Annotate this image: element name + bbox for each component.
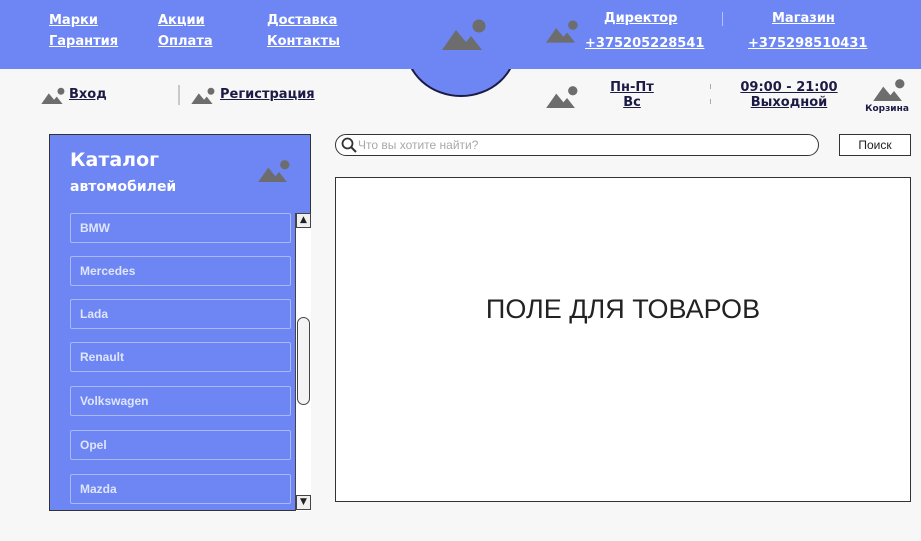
catalog-item-opel[interactable]: Opel bbox=[70, 430, 291, 460]
header-divider bbox=[722, 12, 723, 26]
schedule-days-sunday: Вс bbox=[623, 95, 641, 110]
triangle-up-icon: ▲ bbox=[300, 215, 307, 225]
shop-label-link[interactable]: Магазин bbox=[772, 11, 835, 26]
register-image-icon bbox=[191, 87, 215, 104]
schedule-tick bbox=[710, 99, 711, 104]
login-link[interactable]: Вход bbox=[69, 87, 107, 102]
catalog-item-mercedes[interactable]: Mercedes bbox=[70, 256, 291, 286]
schedule-hours-sunday: Выходной bbox=[750, 95, 828, 110]
cart-label[interactable]: Корзина bbox=[862, 104, 912, 114]
scroll-up-button[interactable]: ▲ bbox=[296, 213, 311, 228]
logo-image-icon bbox=[442, 18, 486, 50]
director-phone-link[interactable]: +375205228541 bbox=[585, 36, 704, 51]
catalog-item-renault[interactable]: Renault bbox=[70, 342, 291, 372]
schedule-tick bbox=[710, 84, 711, 89]
schedule-days-weekday: Пн-Пт bbox=[610, 80, 654, 95]
shop-phone-link[interactable]: +375298510431 bbox=[748, 36, 867, 51]
catalog-item-bmw[interactable]: BMW bbox=[70, 213, 291, 243]
search-icon bbox=[341, 137, 357, 153]
director-label-link[interactable]: Директор bbox=[604, 11, 677, 26]
nav-link-delivery[interactable]: Доставка bbox=[267, 13, 337, 28]
catalog-item-volkswagen[interactable]: Volkswagen bbox=[70, 386, 291, 416]
nav-link-brands[interactable]: Марки bbox=[49, 13, 98, 28]
catalog-subtitle: автомобилей bbox=[70, 179, 177, 195]
cart-image-icon[interactable] bbox=[873, 78, 905, 101]
catalog-title: Каталог bbox=[70, 149, 160, 171]
nav-link-payment[interactable]: Оплата bbox=[158, 34, 213, 49]
subheader-divider bbox=[178, 85, 180, 105]
catalog-panel: Каталог автомобилей BMW Mercedes Lada Re… bbox=[49, 134, 311, 511]
schedule-image-icon bbox=[546, 85, 578, 108]
register-link[interactable]: Регистрация bbox=[220, 87, 315, 102]
products-area: ПОЛЕ ДЛЯ ТОВАРОВ bbox=[335, 177, 911, 502]
catalog-item-lada[interactable]: Lada bbox=[70, 299, 291, 329]
login-image-icon bbox=[41, 87, 65, 104]
nav-link-warranty[interactable]: Гарантия bbox=[49, 34, 118, 49]
products-placeholder-label: ПОЛЕ ДЛЯ ТОВАРОВ bbox=[485, 294, 761, 324]
triangle-down-icon: ▼ bbox=[300, 497, 307, 507]
catalog-list: BMW Mercedes Lada Renault Volkswagen Ope… bbox=[70, 213, 292, 509]
scroll-thumb[interactable] bbox=[297, 317, 310, 405]
search-bar bbox=[335, 134, 819, 156]
scroll-down-button[interactable]: ▼ bbox=[296, 495, 311, 510]
catalog-image-icon bbox=[258, 159, 290, 182]
nav-link-contacts[interactable]: Контакты bbox=[267, 34, 340, 49]
nav-link-promotions[interactable]: Акции bbox=[158, 13, 205, 28]
catalog-scrollbar[interactable]: ▲ ▼ bbox=[295, 213, 311, 511]
search-input[interactable] bbox=[358, 136, 808, 154]
schedule-hours-weekday: 09:00 - 21:00 bbox=[740, 80, 838, 95]
catalog-item-mazda[interactable]: Mazda bbox=[70, 474, 291, 504]
phone-image-icon bbox=[546, 19, 578, 43]
search-button[interactable]: Поиск bbox=[839, 134, 911, 156]
